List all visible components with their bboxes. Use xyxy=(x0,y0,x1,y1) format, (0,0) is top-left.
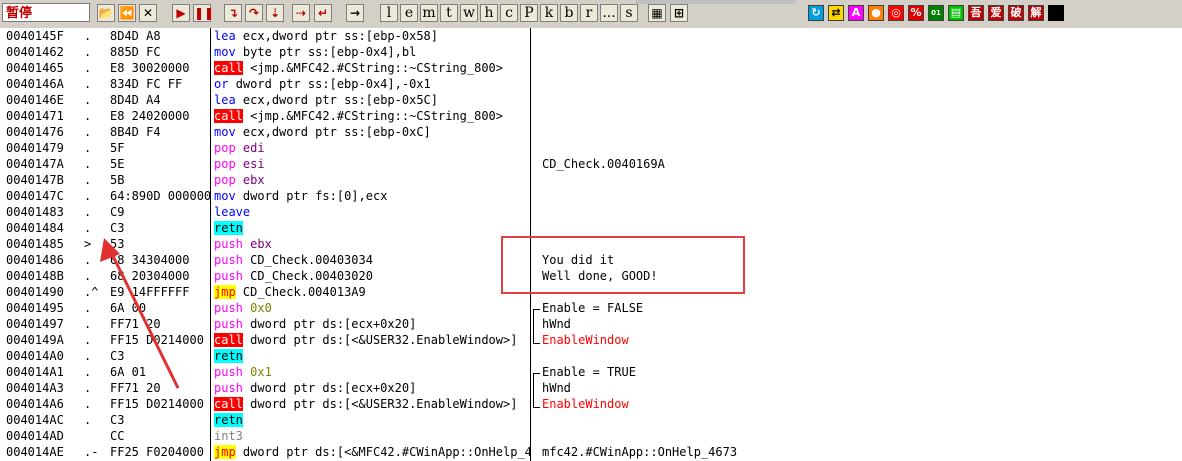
arrow-head-icon xyxy=(100,238,120,262)
annotation-arrow xyxy=(108,249,180,389)
annotation-arrow-layer xyxy=(100,238,180,389)
